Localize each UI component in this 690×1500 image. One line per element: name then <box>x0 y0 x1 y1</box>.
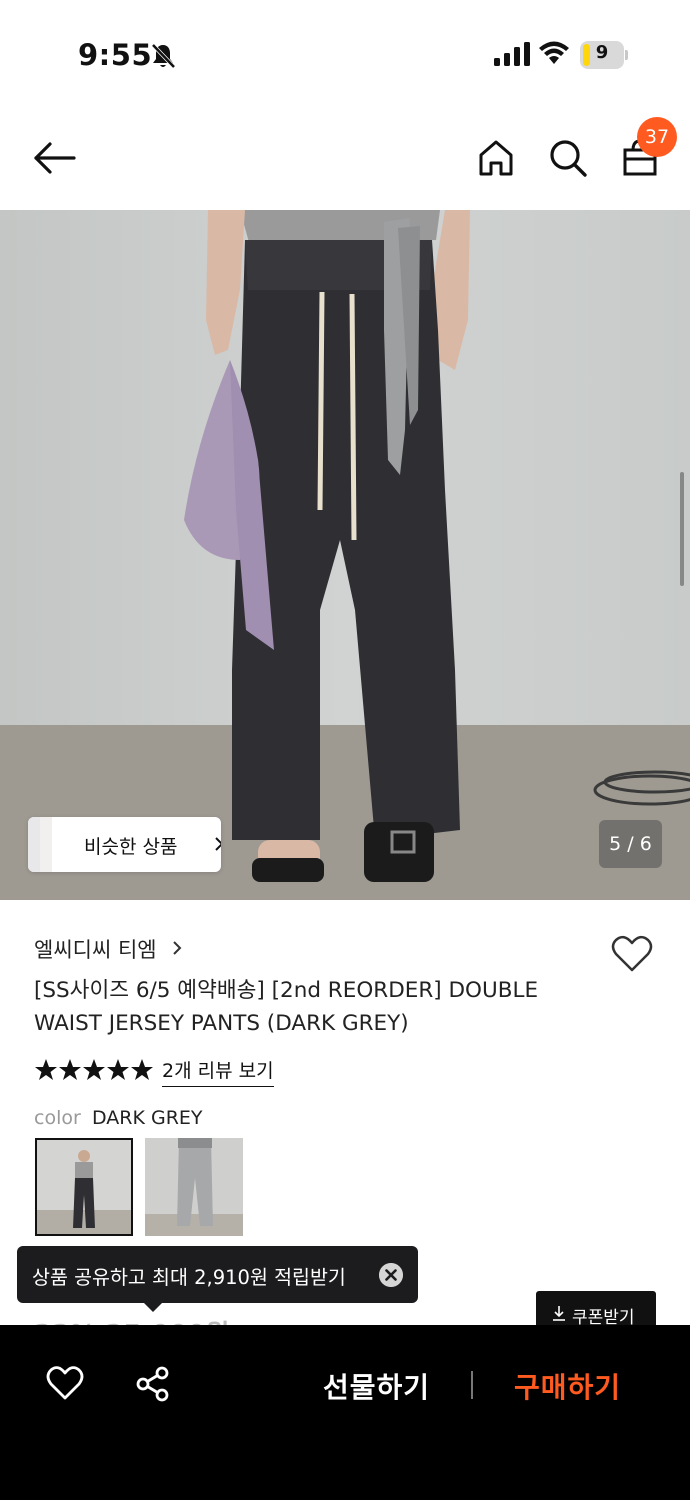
star-icon <box>107 1059 129 1080</box>
swatch-thumbnail <box>37 1140 131 1234</box>
chevron-right-icon <box>215 837 221 851</box>
divider <box>471 1371 473 1399</box>
color-value: DARK GREY <box>92 1107 203 1129</box>
buy-button[interactable]: 구매하기 <box>514 1366 621 1406</box>
tooltip-message: 상품 공유하고 최대 2,910원 적립받기 <box>32 1266 346 1289</box>
star-icon <box>35 1059 57 1080</box>
wifi-icon <box>539 41 569 64</box>
tooltip-pointer <box>143 1302 163 1312</box>
heart-icon[interactable] <box>46 1365 84 1401</box>
star-icon <box>59 1059 81 1080</box>
brand-name-link[interactable]: 엘씨디씨 티엠 <box>34 934 157 964</box>
battery-icon: 9 <box>580 41 628 69</box>
cart-count-badge: 37 <box>637 117 677 157</box>
product-title: [SS사이즈 6/5 예약배송] [2nd REORDER] DOUBLE WA… <box>34 978 539 1036</box>
share-icon[interactable] <box>134 1365 172 1403</box>
swatch-thumbnail <box>145 1138 243 1236</box>
close-icon[interactable] <box>379 1263 403 1287</box>
star-icon <box>131 1059 153 1080</box>
product-image-gallery[interactable] <box>0 210 690 900</box>
star-icon <box>83 1059 105 1080</box>
bottom-action-bar: 선물하기 구매하기 <box>0 1325 690 1500</box>
download-icon <box>553 1306 565 1321</box>
scroll-indicator <box>680 472 684 586</box>
status-time: 9:55 <box>78 38 153 72</box>
share-reward-tooltip: 상품 공유하고 최대 2,910원 적립받기 <box>17 1246 418 1312</box>
rating-stars <box>35 1059 153 1080</box>
back-arrow-icon[interactable] <box>30 138 80 178</box>
product-photo <box>0 210 690 900</box>
similar-products-button[interactable]: 비슷한 상품 <box>28 817 221 872</box>
similar-products-label: 비슷한 상품 <box>84 836 178 858</box>
status-bar: 9:55 9 <box>0 0 690 110</box>
cellular-signal-icon <box>494 42 530 66</box>
search-icon[interactable] <box>546 136 590 180</box>
image-page-indicator: 5 / 6 <box>599 820 662 868</box>
similar-product-thumbnails <box>28 817 64 872</box>
color-swatch-dark-grey[interactable] <box>35 1138 133 1236</box>
battery-level: 9 <box>595 42 609 63</box>
chevron-right-icon <box>173 941 182 955</box>
home-icon[interactable] <box>474 136 518 180</box>
wishlist-heart-icon[interactable] <box>610 934 654 974</box>
color-swatch-grey[interactable] <box>145 1138 243 1236</box>
gift-button[interactable]: 선물하기 <box>323 1366 430 1406</box>
top-navigation: 37 <box>0 110 690 210</box>
bell-muted-icon <box>151 43 176 69</box>
reviews-link[interactable]: 2개 리뷰 보기 <box>162 1056 274 1087</box>
color-label: color <box>34 1107 81 1129</box>
